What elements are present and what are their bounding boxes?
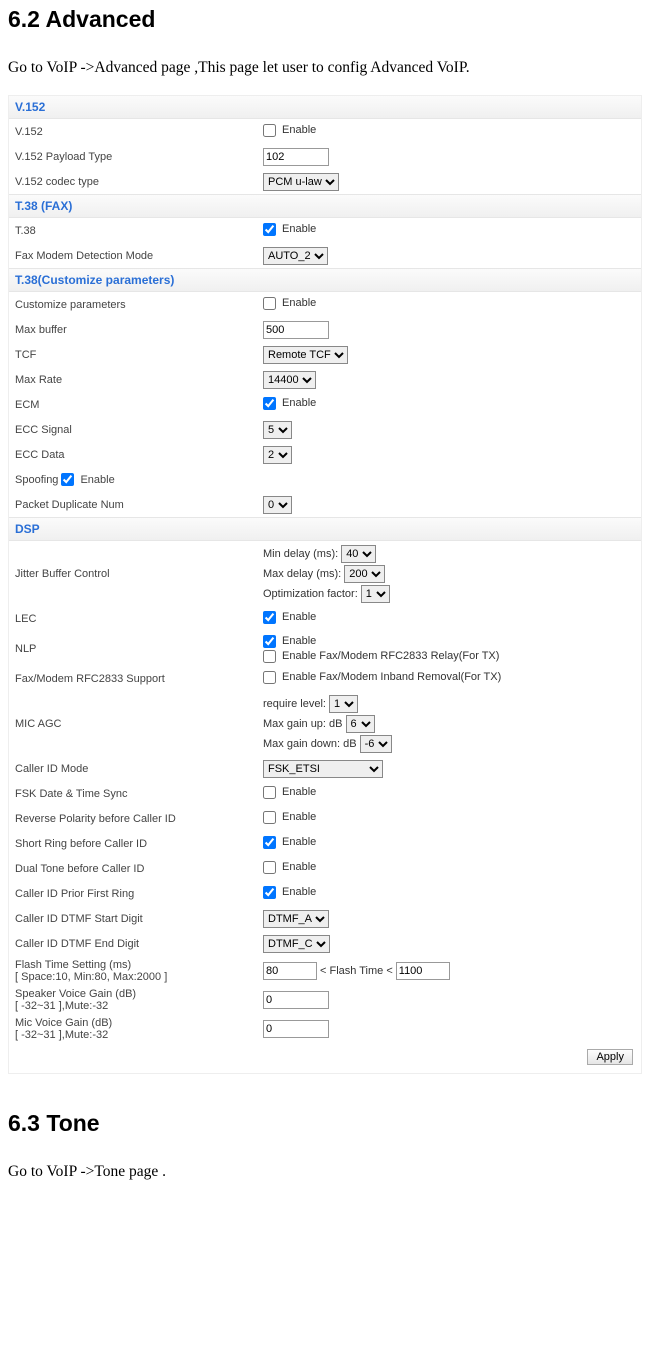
intro-tone: Go to VoIP ->Tone page . [8, 1163, 642, 1181]
t38c-ecm-label: ECM [15, 399, 263, 411]
v152-enable-checkbox[interactable] [263, 124, 276, 137]
t38-label: T.38 [15, 225, 263, 237]
v152-codec-select[interactable]: PCM u-law [263, 173, 339, 191]
enable-text: Enable [282, 886, 316, 898]
dtmf-start-label: Caller ID DTMF Start Digit [15, 913, 263, 925]
fax-inband-label: Enable Fax/Modem Inband Removal(For TX) [282, 671, 501, 683]
dsp-nlp-checkbox[interactable] [263, 635, 276, 648]
jbc-opt-label: Optimization factor: [263, 588, 358, 600]
dtmf-end-select[interactable]: DTMF_C [263, 935, 330, 953]
shortring-label: Short Ring before Caller ID [15, 838, 263, 850]
enable-text: Enable [282, 297, 316, 309]
t38c-tcf-select[interactable]: Remote TCF [263, 346, 348, 364]
dsp-jbc-label: Jitter Buffer Control [15, 568, 263, 580]
dtmf-end-label: Caller ID DTMF End Digit [15, 938, 263, 950]
dsp-fax-relay-checkbox[interactable] [263, 650, 276, 663]
mic-gain-label: Mic Voice Gain (dB) [ -32~31 ],Mute:-32 [15, 1017, 263, 1041]
dsp-fm2833-label: Fax/Modem RFC2833 Support [15, 673, 263, 685]
t38-detection-label: Fax Modem Detection Mode [15, 250, 263, 262]
dualtone-checkbox[interactable] [263, 861, 276, 874]
t38c-pdn-select[interactable]: 0 [263, 496, 292, 514]
spk-gain-input[interactable] [263, 991, 329, 1009]
flash-high-input[interactable] [396, 962, 450, 980]
spk-gain-label: Speaker Voice Gain (dB) [ -32~31 ],Mute:… [15, 988, 263, 1012]
v152-codec-label: V.152 codec type [15, 176, 263, 188]
fsk-sync-label: FSK Date & Time Sync [15, 788, 263, 800]
enable-text: Enable [282, 611, 316, 623]
agc-down-select[interactable]: -6 [360, 735, 392, 753]
v152-payload-input[interactable] [263, 148, 329, 166]
t38c-ecm-checkbox[interactable] [263, 397, 276, 410]
enable-text: Enable [282, 124, 316, 136]
dsp-agc-label: MIC AGC [15, 718, 263, 730]
agc-up-label: Max gain up: dB [263, 718, 343, 730]
revpol-checkbox[interactable] [263, 811, 276, 824]
flash-label: Flash Time Setting (ms) [ Space:10, Min:… [15, 959, 263, 983]
t38c-custom-checkbox[interactable] [263, 297, 276, 310]
v152-label: V.152 [15, 126, 263, 138]
t38c-pdn-label: Packet Duplicate Num [15, 499, 263, 511]
group-header-dsp: DSP [9, 517, 641, 541]
agc-req-label: require level: [263, 698, 326, 710]
enable-text: Enable [282, 397, 316, 409]
priorring-label: Caller ID Prior First Ring [15, 888, 263, 900]
heading-tone: 6.3 Tone [8, 1110, 642, 1137]
config-panel: V.152 V.152 Enable V.152 Payload Type V.… [8, 95, 642, 1074]
t38c-maxbuf-input[interactable] [263, 321, 329, 339]
enable-text: Enable [282, 635, 316, 647]
jbc-min-label: Min delay (ms): [263, 548, 338, 560]
enable-text: Enable [282, 223, 316, 235]
t38c-spoof-label: Spoofing Enable [15, 473, 263, 486]
t38-detection-select[interactable]: AUTO_2 [263, 247, 328, 265]
v152-payload-label: V.152 Payload Type [15, 151, 263, 163]
enable-text: Enable [282, 836, 316, 848]
intro-advanced: Go to VoIP ->Advanced page ,This page le… [8, 59, 642, 77]
agc-req-select[interactable]: 1 [329, 695, 358, 713]
dsp-fax-inband-checkbox[interactable] [263, 671, 276, 684]
revpol-label: Reverse Polarity before Caller ID [15, 813, 263, 825]
enable-text: Enable [282, 811, 316, 823]
priorring-checkbox[interactable] [263, 886, 276, 899]
group-header-t38: T.38 (FAX) [9, 194, 641, 218]
flash-low-input[interactable] [263, 962, 317, 980]
enable-text: Enable [282, 786, 316, 798]
jbc-opt-select[interactable]: 1 [361, 585, 390, 603]
t38c-custom-label: Customize parameters [15, 299, 263, 311]
cid-mode-label: Caller ID Mode [15, 763, 263, 775]
dsp-nlp-label: NLP [15, 643, 263, 655]
jbc-max-select[interactable]: 200 [344, 565, 385, 583]
jbc-max-label: Max delay (ms): [263, 568, 341, 580]
enable-text: Enable [282, 861, 316, 873]
fsk-sync-checkbox[interactable] [263, 786, 276, 799]
dsp-lec-label: LEC [15, 613, 263, 625]
t38c-maxbuf-label: Max buffer [15, 324, 263, 336]
t38c-tcf-label: TCF [15, 349, 263, 361]
t38c-maxrate-label: Max Rate [15, 374, 263, 386]
heading-advanced: 6.2 Advanced [8, 6, 642, 33]
flash-mid-text: < Flash Time < [320, 965, 393, 977]
t38c-eccs-select[interactable]: 5 [263, 421, 292, 439]
t38c-eccs-label: ECC Signal [15, 424, 263, 436]
shortring-checkbox[interactable] [263, 836, 276, 849]
jbc-min-select[interactable]: 40 [341, 545, 376, 563]
agc-down-label: Max gain down: dB [263, 738, 357, 750]
enable-text: Enable [80, 474, 114, 486]
t38c-eccd-select[interactable]: 2 [263, 446, 292, 464]
dualtone-label: Dual Tone before Caller ID [15, 863, 263, 875]
fax-relay-label: Enable Fax/Modem RFC2833 Relay(For TX) [282, 650, 499, 662]
t38c-maxrate-select[interactable]: 14400 [263, 371, 316, 389]
dtmf-start-select[interactable]: DTMF_A [263, 910, 329, 928]
dsp-lec-checkbox[interactable] [263, 611, 276, 624]
t38c-eccd-label: ECC Data [15, 449, 263, 461]
group-header-t38custom: T.38(Customize parameters) [9, 268, 641, 292]
group-header-v152: V.152 [9, 96, 641, 119]
t38-enable-checkbox[interactable] [263, 223, 276, 236]
mic-gain-input[interactable] [263, 1020, 329, 1038]
apply-button[interactable]: Apply [587, 1049, 633, 1065]
agc-up-select[interactable]: 6 [346, 715, 375, 733]
cid-mode-select[interactable]: FSK_ETSI [263, 760, 383, 778]
t38c-spoof-checkbox[interactable] [61, 473, 74, 486]
